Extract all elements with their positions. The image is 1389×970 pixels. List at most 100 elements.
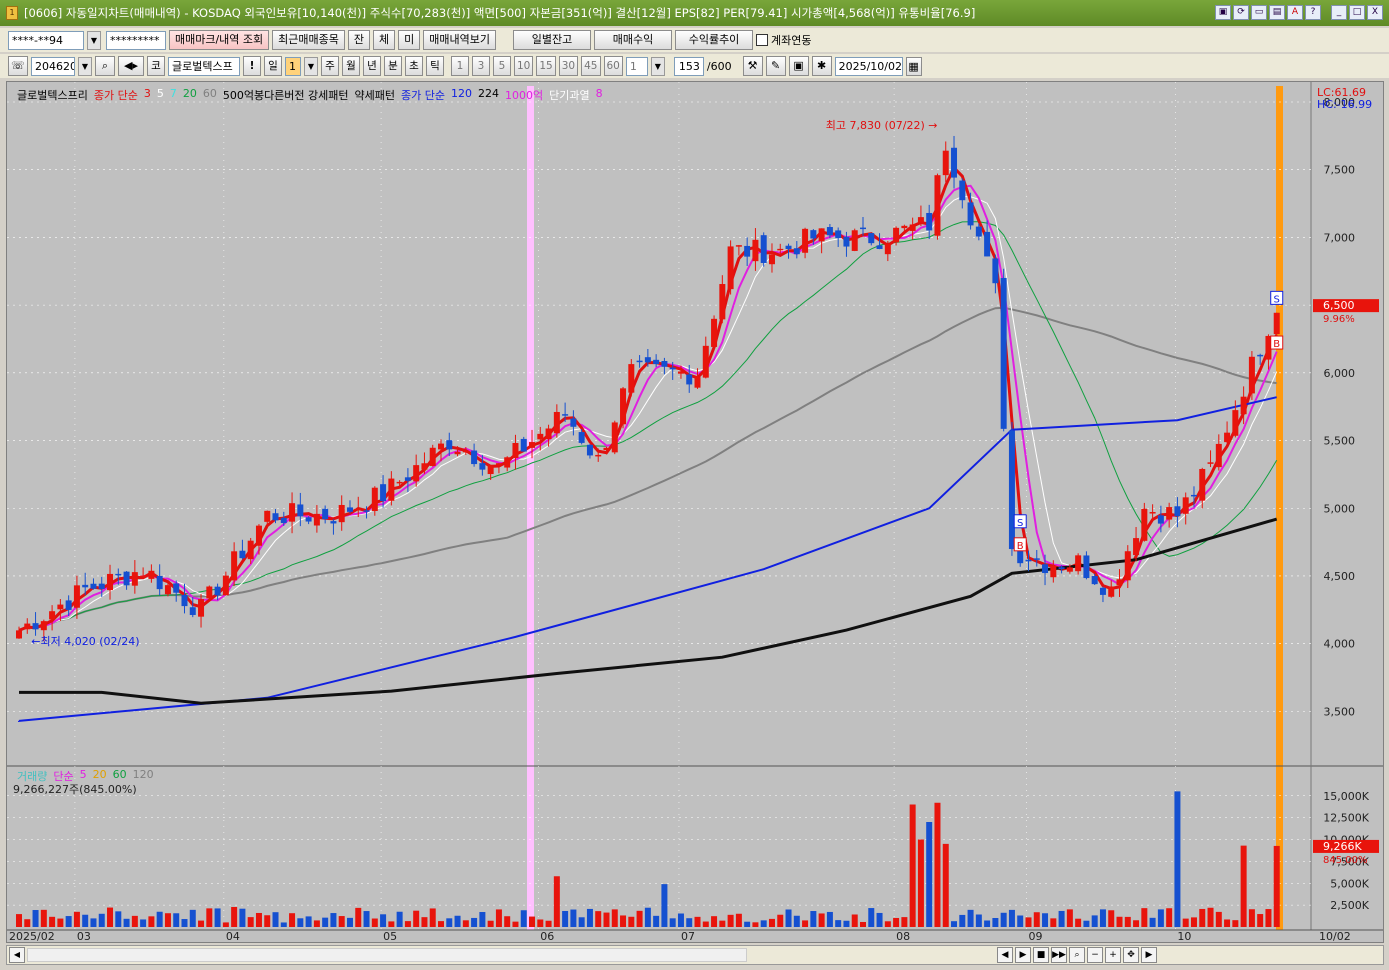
period-day-button[interactable]: 일 <box>264 56 282 76</box>
search-icon[interactable]: ⌕ <box>95 56 115 76</box>
candle-body <box>512 442 519 459</box>
window-icon[interactable]: ▭ <box>1251 5 1267 20</box>
period-second-button[interactable]: 초 <box>405 56 423 76</box>
calendar-icon[interactable]: ▦ <box>905 56 922 76</box>
volume-bar <box>603 912 610 927</box>
interval-60-button[interactable]: 60 <box>603 56 623 76</box>
price-tick-label: 7,500 <box>1324 164 1356 177</box>
candle-body <box>322 508 329 520</box>
legend-ma60: 60 <box>202 87 217 100</box>
volume-bar <box>156 911 163 927</box>
candle-body <box>1008 430 1015 550</box>
move-icon[interactable]: ✥ <box>1123 947 1139 963</box>
chart-tool-icon[interactable]: ✎ <box>765 56 786 76</box>
candle-body <box>107 573 114 591</box>
interval-15-button[interactable]: 15 <box>536 56 556 76</box>
account-link-checkbox[interactable] <box>756 34 769 46</box>
balance-button[interactable]: 잔 <box>347 30 371 50</box>
alert-button[interactable]: ! <box>243 56 261 76</box>
app-icon: 1 <box>6 6 18 20</box>
volume-bar <box>644 907 651 927</box>
interval-10-button[interactable]: 10 <box>514 56 534 76</box>
volume-bar <box>164 913 171 927</box>
volume-bar <box>123 918 130 927</box>
zoom-icon[interactable]: ⌕ <box>1069 947 1085 963</box>
scroll-track[interactable] <box>27 948 747 962</box>
interval-3-button[interactable]: 3 <box>472 56 490 76</box>
period-week-button[interactable]: 주 <box>321 56 339 76</box>
date-input[interactable]: 2025/10/02 <box>834 56 903 76</box>
daily-balance-button[interactable]: 일별잔고 <box>513 30 592 50</box>
refresh-icon[interactable]: ⟳ <box>1233 5 1249 20</box>
phone-icon[interactable]: ☏ <box>8 56 28 76</box>
chart-area[interactable]: 8,0007,5007,0006,5006,0005,5005,0004,500… <box>6 81 1384 943</box>
candle-body <box>1207 462 1214 464</box>
period-dropdown-icon[interactable]: ▼ <box>304 56 318 76</box>
trade-mark-query-button[interactable]: 매매마크/내역 조회 <box>169 30 270 50</box>
toolbar-stock: ☏ 204620 ▼ ⌕ ◀▸ 코 글로벌텍스프 ! 일 1 ▼ 주 월 년 분… <box>0 54 1389 78</box>
prev-icon[interactable]: ◀ <box>997 947 1013 963</box>
data-count-input[interactable]: 153 <box>673 56 704 76</box>
candle-body <box>818 228 825 242</box>
candle-body <box>868 233 875 244</box>
volume-bar <box>909 804 916 927</box>
trade-history-button[interactable]: 매매내역보기 <box>423 30 497 50</box>
link-icon[interactable]: ▣ <box>1215 5 1231 20</box>
interval-dropdown-icon[interactable]: ▼ <box>650 56 665 76</box>
candle-body <box>802 228 809 253</box>
zoom-out-icon[interactable]: − <box>1087 947 1103 963</box>
volume-bar <box>570 909 577 927</box>
stock-code-input[interactable]: 204620 <box>31 56 75 76</box>
volume-bar <box>330 913 337 927</box>
fast-forward-icon[interactable]: ▶▶ <box>1051 947 1067 963</box>
save-icon[interactable]: ▣ <box>788 56 809 76</box>
interval-1-button[interactable]: 1 <box>451 56 469 76</box>
candle-body <box>1174 506 1181 517</box>
close-button[interactable]: X <box>1367 5 1383 20</box>
volume-bar <box>49 916 56 927</box>
scroll-left-icon[interactable]: ◀ <box>9 947 25 963</box>
interval-count-input[interactable]: 1 <box>625 56 648 76</box>
zoom-in-icon[interactable]: + <box>1105 947 1121 963</box>
list-icon[interactable]: ▤ <box>1269 5 1285 20</box>
unexecuted-button[interactable]: 미 <box>398 30 421 50</box>
period-tick-button[interactable]: 틱 <box>426 56 444 76</box>
stop-icon[interactable]: ■ <box>1033 947 1049 963</box>
period-count-input[interactable]: 1 <box>285 56 301 76</box>
volume-bar <box>1207 907 1214 927</box>
price-volume-chart[interactable]: 8,0007,5007,0006,5006,0005,5005,0004,500… <box>7 82 1384 943</box>
play-icon[interactable]: ▶ <box>1015 947 1031 963</box>
volume-bar <box>504 916 511 927</box>
volume-bar <box>346 917 353 927</box>
trade-profit-button[interactable]: 매매수익 <box>594 30 673 50</box>
executed-button[interactable]: 체 <box>373 30 396 50</box>
recent-trades-button[interactable]: 최근매매종목 <box>272 30 345 50</box>
scroll-right-icon[interactable]: ▶ <box>1141 947 1157 963</box>
period-month-button[interactable]: 월 <box>342 56 360 76</box>
maximize-button[interactable]: □ <box>1349 5 1365 20</box>
interval-5-button[interactable]: 5 <box>493 56 511 76</box>
candle-body <box>967 202 974 226</box>
volume-bar <box>934 802 941 927</box>
candle-body <box>917 217 924 223</box>
interval-30-button[interactable]: 30 <box>558 56 579 76</box>
help-icon[interactable]: ? <box>1305 5 1321 20</box>
tool-icon[interactable]: ⚒ <box>742 56 763 76</box>
settings-icon[interactable]: ✱ <box>811 56 832 76</box>
password-field[interactable]: ********* <box>106 30 166 50</box>
sound-icon[interactable]: ◀▸ <box>118 56 144 76</box>
volume-bar <box>1199 908 1206 927</box>
return-trend-button[interactable]: 수익률추이 <box>675 30 754 50</box>
interval-45-button[interactable]: 45 <box>581 56 601 76</box>
volume-bar <box>661 884 668 927</box>
period-year-button[interactable]: 년 <box>363 56 381 76</box>
price-tick-label: 7,000 <box>1324 231 1356 244</box>
period-minute-button[interactable]: 분 <box>384 56 402 76</box>
candle-body <box>578 432 585 443</box>
account-dropdown-icon[interactable]: ▼ <box>87 30 101 50</box>
account-select[interactable]: ****-**94 <box>8 30 84 50</box>
minimize-button[interactable]: _ <box>1331 5 1347 20</box>
stock-code-dropdown-icon[interactable]: ▼ <box>78 56 92 76</box>
date-axis-label: 04 <box>226 930 240 943</box>
font-icon[interactable]: A <box>1287 5 1303 20</box>
